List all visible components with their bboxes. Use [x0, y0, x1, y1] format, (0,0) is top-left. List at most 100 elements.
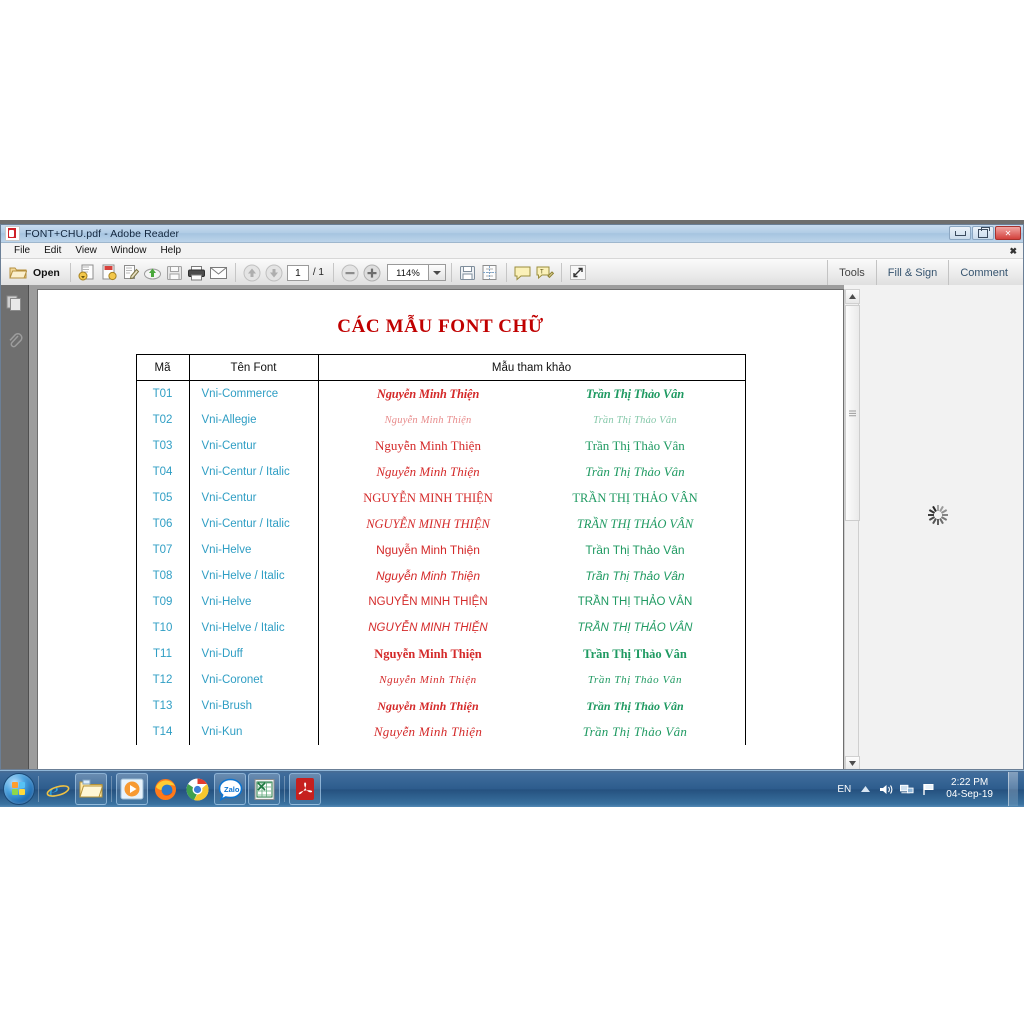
open-folder-icon: [7, 262, 29, 283]
toolbar-divider: [69, 263, 71, 282]
show-desktop-button[interactable]: [1008, 772, 1018, 806]
window-titlebar[interactable]: FONT+CHU.pdf - Adobe Reader ✕: [1, 225, 1023, 243]
internet-explorer-icon[interactable]: e: [43, 774, 73, 804]
microsoft-excel-icon[interactable]: [248, 773, 280, 805]
sample-green: Trần Thị Thảo Vân: [593, 414, 677, 426]
toolbar-divider: [234, 263, 236, 282]
scrollbar-thumb[interactable]: [845, 305, 860, 521]
row-sample: NGUYỄN MINH THIỆN TRẦN THỊ THẢO VÂN: [317, 589, 746, 615]
sample-green: Trần Thị Thảo Vân: [585, 569, 685, 583]
language-indicator[interactable]: EN: [837, 784, 851, 795]
system-tray: EN 2:22 PM 04-Sep-19: [837, 771, 1024, 807]
toolbar-task-buttons: Tools Fill & Sign Comment: [827, 259, 1019, 286]
zoom-in-icon[interactable]: [361, 262, 383, 283]
create-pdf-icon[interactable]: [98, 262, 120, 283]
svg-text:T: T: [540, 268, 544, 275]
zalo-icon[interactable]: Zalo: [214, 773, 246, 805]
sample-red: Nguyễn Minh Thiện: [373, 724, 483, 739]
page-number-input[interactable]: 1: [286, 264, 309, 281]
menu-edit[interactable]: Edit: [37, 243, 68, 258]
row-font-name: Vni-Centur / Italic: [188, 511, 319, 537]
sample-green: TRẦN THỊ THẢO VÂN: [577, 622, 693, 634]
sample-red: Nguyễn Minh Thiện: [376, 543, 480, 557]
volume-icon[interactable]: [879, 782, 893, 796]
flag-icon[interactable]: [921, 782, 935, 796]
row-sample: Nguyễn Minh Thiện Trần Thị Thảo Vân: [317, 719, 746, 745]
zoom-out-icon[interactable]: [339, 262, 361, 283]
row-font-name: Vni-Centur: [188, 433, 319, 459]
attachments-icon[interactable]: [5, 331, 24, 350]
firefox-icon[interactable]: [150, 774, 180, 804]
menu-bar: File Edit View Window Help ✖: [1, 243, 1023, 259]
show-hidden-icons-button[interactable]: [858, 782, 872, 796]
edit-pdf-icon[interactable]: [120, 262, 142, 283]
fit-page-icon[interactable]: [479, 262, 501, 283]
column-header-code: Mã: [135, 354, 190, 381]
google-chrome-icon[interactable]: [182, 774, 212, 804]
page-thumbnails-icon[interactable]: [5, 294, 24, 313]
menu-view[interactable]: View: [68, 243, 104, 258]
tools-button[interactable]: Tools: [828, 259, 876, 286]
save-as-icon[interactable]: [76, 262, 98, 283]
restore-button[interactable]: [972, 226, 994, 240]
taskbar-clock[interactable]: 2:22 PM 04-Sep-19: [942, 777, 1001, 801]
chevron-down-icon[interactable]: [428, 264, 446, 281]
open-button-label: Open: [33, 266, 60, 279]
previous-page-icon[interactable]: [241, 262, 263, 283]
sample-green: Trần Thị Thảo Vân: [586, 698, 684, 713]
scroll-up-button[interactable]: [845, 289, 860, 304]
menu-help[interactable]: Help: [153, 243, 188, 258]
start-orb-icon[interactable]: [3, 773, 35, 805]
row-sample: Nguyễn Minh Thiện Trần Thị Thảo Vân: [317, 380, 746, 407]
save-file-icon[interactable]: [457, 262, 479, 283]
column-header-name: Tên Font: [188, 354, 319, 381]
highlight-icon[interactable]: T: [534, 262, 556, 283]
close-button[interactable]: ✕: [995, 226, 1021, 240]
scroll-down-button[interactable]: [845, 756, 860, 769]
row-font-name: Vni-Coronet: [188, 667, 319, 693]
row-code: T08: [135, 563, 190, 589]
vertical-scrollbar[interactable]: [844, 289, 860, 769]
row-font-name: Vni-Helve / Italic: [188, 563, 319, 589]
toolbar-divider: [560, 263, 562, 282]
next-page-icon[interactable]: [263, 262, 285, 283]
sample-green: Trần Thị Thảo Vân: [585, 464, 685, 479]
page-viewport[interactable]: CÁC MẪU FONT CHỮ Mã Tên Font Mẫu tham kh…: [29, 285, 1023, 769]
minimize-button[interactable]: [949, 226, 971, 240]
network-icon[interactable]: [900, 782, 914, 796]
row-font-name: Vni-Centur: [188, 485, 319, 511]
email-icon[interactable]: [208, 262, 230, 283]
sample-red: Nguyễn Minh Thiện: [384, 414, 472, 426]
fullscreen-icon[interactable]: [567, 262, 589, 283]
menu-file[interactable]: File: [7, 243, 37, 258]
taskbar-pinned-group-1: e: [42, 773, 108, 805]
zoom-level-input[interactable]: 114%: [386, 264, 429, 281]
hide-toolbars-icon[interactable]: ✖: [1009, 246, 1017, 257]
row-font-name: Vni-Centur / Italic: [188, 459, 319, 485]
table-row: T10 Vni-Helve / Italic NGUYỄN MINH THIỆN TR…: [135, 615, 746, 641]
comment-button[interactable]: Comment: [949, 259, 1019, 286]
sample-red: NGUYỄN MINH THIỆN: [368, 596, 488, 608]
table-row: T03 Vni-Centur Nguyễn Minh Thiện Trần Thị T…: [135, 433, 746, 459]
toolbar-divider: [332, 263, 334, 282]
adobe-reader-icon[interactable]: [289, 773, 321, 805]
open-button[interactable]: Open: [5, 262, 65, 283]
table-row: T07 Vni-Helve Nguyễn Minh Thiện Trần Thị Th…: [135, 537, 746, 563]
print-icon[interactable]: [186, 262, 208, 283]
sample-red: Nguyễn Minh Thiện: [375, 569, 481, 583]
comment-icon[interactable]: [512, 262, 534, 283]
row-font-name: Vni-Brush: [188, 693, 319, 719]
menu-window[interactable]: Window: [104, 243, 154, 258]
taskbar-running-group: [288, 773, 322, 805]
screenshot-canvas: FONT+CHU.pdf - Adobe Reader ✕ File Edit …: [0, 0, 1024, 1024]
column-header-sample: Mẫu tham khảo: [317, 354, 746, 381]
fill-and-sign-button[interactable]: Fill & Sign: [877, 259, 949, 286]
save-icon[interactable]: [164, 262, 186, 283]
sample-red: Nguyễn Minh Thiện: [375, 438, 481, 453]
page-total-label: / 1: [312, 267, 324, 278]
document-area: CÁC MẪU FONT CHỮ Mã Tên Font Mẫu tham kh…: [1, 285, 1023, 769]
upload-cloud-icon[interactable]: [142, 262, 164, 283]
windows-media-player-icon[interactable]: [116, 773, 148, 805]
windows-taskbar: e Zalo EN 2:22 PM 04-Sep-19: [0, 770, 1024, 807]
windows-explorer-icon[interactable]: [75, 773, 107, 805]
